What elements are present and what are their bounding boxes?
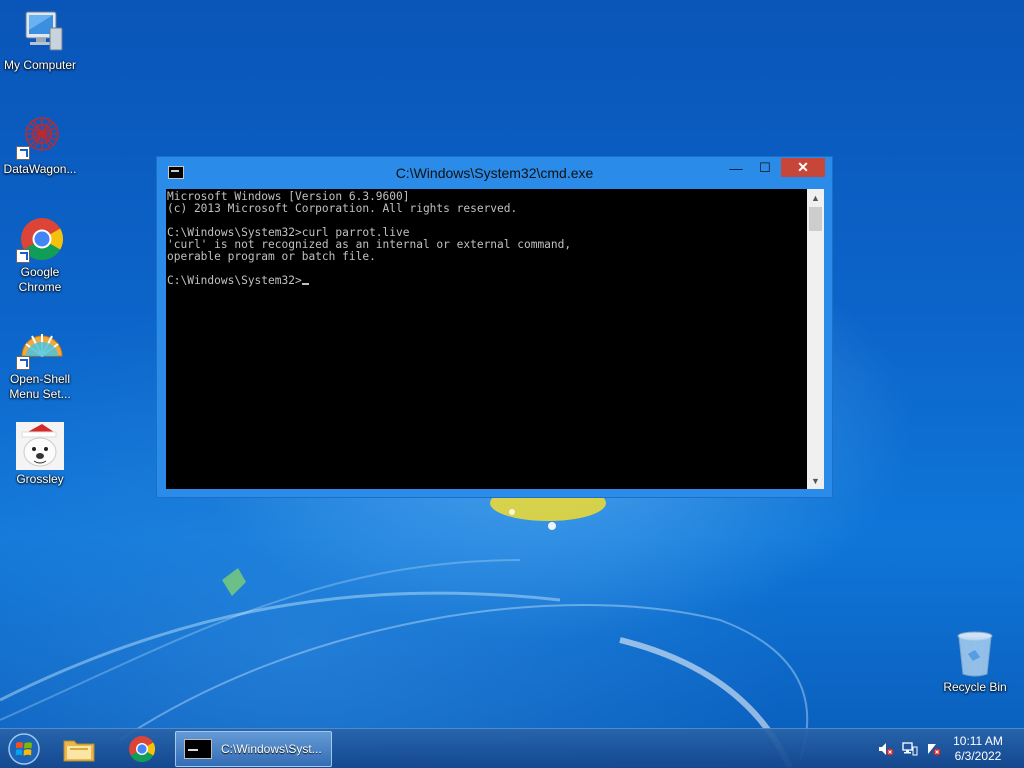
google-chrome-label: Google Chrome [18, 265, 62, 294]
scroll-up-button[interactable]: ▲ [807, 189, 824, 206]
folder-icon [63, 740, 95, 762]
speaker-muted-icon[interactable] [878, 742, 894, 756]
taskbar-clock[interactable]: 10:11 AM 6/3/2022 [948, 734, 1008, 764]
taskbar: C:\Windows\Syst... 10:11 AM 6/3/2022 [0, 728, 1024, 768]
close-icon: ✕ [797, 159, 809, 175]
close-button[interactable]: ✕ [781, 158, 825, 177]
windows-orb-icon [8, 733, 40, 765]
my-computer-label: My Computer [3, 58, 77, 72]
console-output-area[interactable]: Microsoft Windows [Version 6.3.9600] (c)… [166, 189, 807, 489]
scroll-down-arrow-icon: ▼ [811, 475, 820, 486]
my-computer-desktop-icon[interactable]: My Computer [0, 8, 80, 73]
console-line: operable program or batch file. [167, 250, 376, 263]
text-cursor [301, 283, 309, 285]
open-shell-label: Open-Shell Menu Set... [9, 372, 71, 401]
action-center-alert-icon[interactable] [926, 742, 942, 756]
maximize-icon: ☐ [759, 160, 771, 175]
datawagon-icon [16, 112, 64, 160]
console-line: (c) 2013 Microsoft Corporation. All righ… [167, 202, 518, 215]
grossley-desktop-icon[interactable]: Grossley [0, 422, 80, 487]
clock-date: 6/3/2022 [954, 749, 1002, 763]
maximize-button[interactable]: ☐ [752, 158, 778, 178]
open-shell-icon [16, 322, 64, 370]
scroll-up-arrow-icon: ▲ [811, 192, 820, 203]
shortcut-arrow-icon [16, 249, 30, 263]
datawagon-desktop-icon[interactable]: DataWagon... [0, 112, 80, 177]
desktop: My Computer DataWagon... Google Chrome O… [0, 0, 1024, 768]
start-button[interactable] [4, 731, 44, 767]
shortcut-arrow-icon [16, 356, 30, 370]
system-tray: 10:11 AM 6/3/2022 [864, 729, 1024, 768]
recycle-bin-desktop-icon[interactable]: Recycle Bin [935, 630, 1015, 695]
cmd-window[interactable]: C:\Windows\System32\cmd.exe — ☐ ✕ Micros… [156, 156, 833, 498]
scroll-down-button[interactable]: ▼ [807, 472, 824, 489]
console-text: Microsoft Windows [Version 6.3.9600] (c)… [166, 189, 807, 287]
minimize-icon: — [729, 160, 743, 176]
minimize-button[interactable]: — [723, 158, 749, 178]
console-app-icon [184, 739, 212, 759]
network-icon[interactable] [902, 742, 918, 756]
computer-icon [16, 8, 64, 56]
recycle-bin-icon [951, 630, 999, 678]
chrome-icon [16, 215, 64, 263]
scroll-thumb[interactable] [809, 207, 822, 231]
taskbar-cmd-label: C:\Windows\Syst... [221, 742, 322, 756]
grossley-dog-image-icon [16, 422, 64, 470]
datawagon-label: DataWagon... [3, 162, 77, 176]
cmd-titlebar[interactable]: C:\Windows\System32\cmd.exe — ☐ ✕ [157, 157, 832, 189]
google-chrome-desktop-icon[interactable]: Google Chrome [0, 215, 80, 295]
vertical-scrollbar[interactable]: ▲ ▼ [807, 189, 824, 489]
taskbar-chrome[interactable] [117, 731, 167, 767]
console-prompt-line: C:\Windows\System32> [167, 274, 302, 287]
taskbar-file-explorer[interactable] [54, 731, 104, 767]
taskbar-cmd-window[interactable]: C:\Windows\Syst... [175, 731, 332, 767]
chrome-icon [129, 736, 156, 763]
open-shell-desktop-icon[interactable]: Open-Shell Menu Set... [0, 322, 80, 402]
recycle-bin-label: Recycle Bin [943, 680, 1007, 694]
clock-time: 10:11 AM [953, 734, 1003, 748]
grossley-label: Grossley [16, 472, 64, 486]
shortcut-arrow-icon [16, 146, 30, 160]
